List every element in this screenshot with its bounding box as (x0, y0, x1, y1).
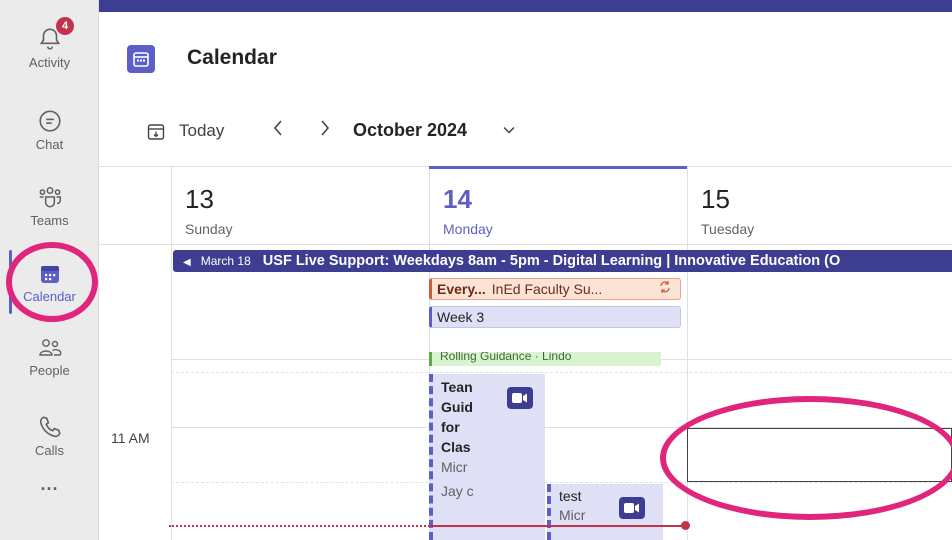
banner-title: USF Live Support: Weekdays 8am - 5pm - D… (262, 253, 841, 269)
recurring-event[interactable]: Every... InEd Faculty Su... (429, 278, 681, 300)
people-icon (0, 336, 99, 360)
previous-button[interactable] (271, 118, 285, 144)
app-header: Calendar (99, 12, 952, 98)
event-title: Every... (437, 281, 486, 297)
meeting-event[interactable]: test Micr (547, 484, 663, 540)
half-hour-line (171, 372, 952, 373)
current-time-line-today (429, 525, 685, 527)
today-indicator (429, 166, 687, 169)
divider (171, 166, 172, 540)
rail-teams[interactable]: Teams (0, 184, 99, 228)
activity-badge: 4 (56, 17, 74, 35)
title-bar (99, 0, 952, 12)
all-day-event-banner[interactable]: ◀ March 18 USF Live Support: Weekdays 8a… (173, 250, 952, 272)
chevron-left-icon (273, 120, 282, 136)
calendar-toolbar: Today October 2024 (99, 98, 952, 166)
teams-icon (0, 184, 99, 210)
video-icon (619, 497, 645, 519)
rail-label: Activity (28, 55, 71, 70)
today-button[interactable]: Today (179, 121, 224, 141)
rail-people[interactable]: People (0, 336, 99, 378)
day-number[interactable]: 15 (701, 184, 730, 215)
next-button[interactable] (318, 118, 332, 144)
day-number-today[interactable]: 14 (443, 184, 472, 215)
calendar-app-icon (127, 45, 155, 73)
more-apps-button[interactable]: ... (0, 474, 99, 495)
event-location: Micr (559, 507, 586, 523)
chevron-down-icon[interactable] (501, 122, 517, 143)
event-title-line: Clas (441, 439, 471, 455)
rail-activity[interactable]: 4 Activity (0, 17, 99, 70)
recurring-icon (658, 279, 672, 299)
rail-calls[interactable]: Calls (0, 414, 99, 458)
phone-icon (0, 414, 99, 440)
month-picker[interactable]: October 2024 (353, 120, 467, 141)
event-organizer: Jay c (441, 483, 474, 499)
day-name-today: Monday (443, 221, 493, 237)
current-time-dot (681, 521, 690, 530)
video-icon (507, 387, 533, 409)
chevron-right-icon (321, 120, 330, 136)
rail-label: Calls (35, 443, 64, 458)
day-number[interactable]: 13 (185, 184, 214, 215)
today-icon (146, 122, 166, 147)
time-label: 11 AM (111, 430, 150, 446)
day-name: Tuesday (701, 221, 755, 237)
rail-label: Chat (35, 137, 64, 152)
event-title-line: test (559, 488, 582, 504)
rail-label: Teams (30, 213, 69, 228)
week-event[interactable]: Week 3 (429, 306, 681, 328)
highlight-circle (6, 242, 98, 322)
divider (99, 244, 952, 245)
event-location: Micr (441, 459, 468, 475)
event-subtitle: InEd Faculty Su... (491, 281, 603, 297)
banner-date: March 18 (200, 254, 251, 268)
day-name: Sunday (185, 221, 233, 237)
highlight-ellipse (660, 396, 952, 520)
partial-event[interactable]: Rolling Guidance · Lindo (429, 352, 661, 366)
rail-label: People (29, 363, 70, 378)
page-title: Calendar (187, 46, 277, 69)
rail-chat[interactable]: Chat (0, 108, 99, 152)
event-title-line: for (441, 419, 460, 435)
chat-icon (0, 108, 99, 134)
bell-icon (0, 26, 99, 52)
triangle-left-icon: ◀ (183, 257, 191, 268)
